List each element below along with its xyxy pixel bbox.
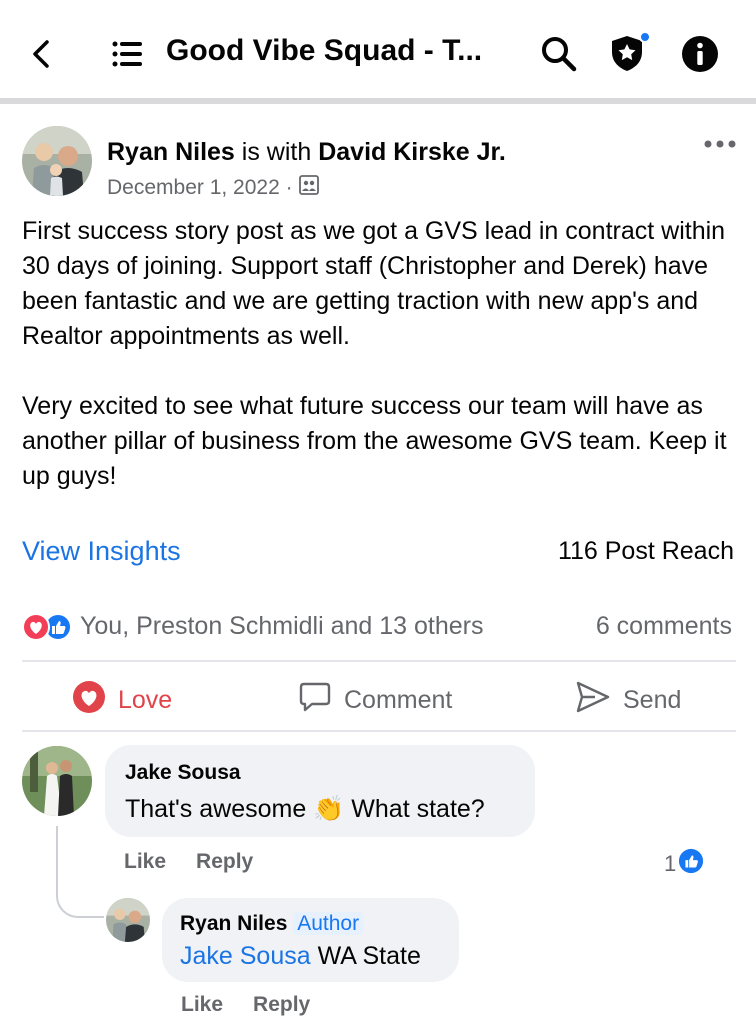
post-tagged-name[interactable]: David Kirske Jr. bbox=[318, 138, 506, 166]
post-paragraph: First success story post as we got a GVS… bbox=[22, 217, 726, 350]
commenter-avatar[interactable] bbox=[22, 746, 92, 816]
post-reach: 116 Post Reach bbox=[557, 537, 734, 565]
comments-count[interactable]: 6 comments bbox=[596, 612, 732, 641]
comment-text: That's awesome 👏 What state? bbox=[125, 795, 485, 824]
reply-reply-button[interactable]: Reply bbox=[253, 993, 310, 1017]
reactions-text: You, Preston Schmidli and 13 others bbox=[80, 612, 484, 640]
comment-label: Comment bbox=[344, 686, 453, 714]
info-icon[interactable] bbox=[680, 34, 720, 74]
post-body: First success story post as we got a GVS… bbox=[22, 214, 737, 494]
comment-actions: Like Reply bbox=[124, 850, 253, 874]
reply-text-body: WA State bbox=[317, 942, 421, 970]
comment-like-button[interactable]: Like bbox=[124, 850, 166, 874]
post-author-avatar[interactable] bbox=[22, 126, 92, 196]
post-author-name[interactable]: Ryan Niles bbox=[107, 138, 235, 166]
comment-text-start: That's awesome bbox=[125, 795, 307, 823]
post-meta: December 1, 2022 · bbox=[107, 175, 319, 201]
back-icon[interactable] bbox=[26, 34, 56, 74]
love-reaction-icon bbox=[22, 612, 50, 641]
post-with-text: is with bbox=[241, 138, 312, 166]
group-audience-icon bbox=[298, 175, 319, 201]
reply-actions: Like Reply bbox=[181, 993, 310, 1017]
actions-top-divider bbox=[22, 660, 736, 662]
mention-link[interactable]: Jake Sousa bbox=[180, 942, 311, 970]
top-navigation-bar: Good Vibe Squad - T... bbox=[0, 0, 756, 100]
comment-text-end: What state? bbox=[351, 795, 485, 823]
author-badge: Author bbox=[293, 912, 364, 935]
post-author-line: Ryan Niles is with David Kirske Jr. bbox=[107, 138, 506, 167]
header-divider bbox=[0, 98, 756, 104]
reactions-summary[interactable]: You, Preston Schmidli and 13 others bbox=[22, 612, 484, 641]
reply-bubble: Ryan Niles Author Jake Sousa WA State bbox=[162, 898, 459, 982]
love-icon bbox=[72, 680, 106, 721]
post-date[interactable]: December 1, 2022 · bbox=[107, 176, 293, 200]
post-paragraph: Very excited to see what future success … bbox=[22, 392, 727, 490]
love-button[interactable]: Love bbox=[72, 680, 172, 721]
view-insights-link[interactable]: View Insights bbox=[22, 536, 181, 567]
comment-icon bbox=[298, 680, 332, 721]
comment-bubble: Jake Sousa That's awesome 👏 What state? bbox=[105, 745, 535, 837]
reply-author-avatar[interactable] bbox=[106, 898, 150, 942]
reply-text: Jake Sousa WA State bbox=[180, 942, 421, 971]
actions-bottom-divider bbox=[22, 730, 736, 732]
group-title[interactable]: Good Vibe Squad - T... bbox=[166, 34, 482, 68]
comment-reaction-count[interactable]: 1 bbox=[664, 848, 704, 880]
comment-reaction-number: 1 bbox=[664, 851, 677, 876]
menu-icon[interactable] bbox=[110, 36, 144, 72]
send-label: Send bbox=[623, 686, 682, 714]
send-button[interactable]: Send bbox=[575, 680, 681, 721]
reply-header: Ryan Niles Author bbox=[180, 912, 364, 936]
reply-author-name[interactable]: Ryan Niles bbox=[180, 912, 287, 935]
send-icon bbox=[575, 680, 611, 721]
comment-button[interactable]: Comment bbox=[298, 680, 452, 721]
commenter-name[interactable]: Jake Sousa bbox=[125, 761, 241, 785]
love-label: Love bbox=[118, 686, 173, 714]
clapping-hands-icon: 👏 bbox=[313, 795, 345, 823]
reply-thread-line bbox=[56, 826, 104, 918]
more-options-icon[interactable] bbox=[700, 134, 740, 154]
search-icon[interactable] bbox=[538, 34, 580, 74]
reply-like-button[interactable]: Like bbox=[181, 993, 223, 1017]
comment-reply-button[interactable]: Reply bbox=[196, 850, 253, 874]
admin-shield-icon[interactable] bbox=[606, 30, 652, 76]
like-reaction-icon bbox=[678, 848, 704, 880]
